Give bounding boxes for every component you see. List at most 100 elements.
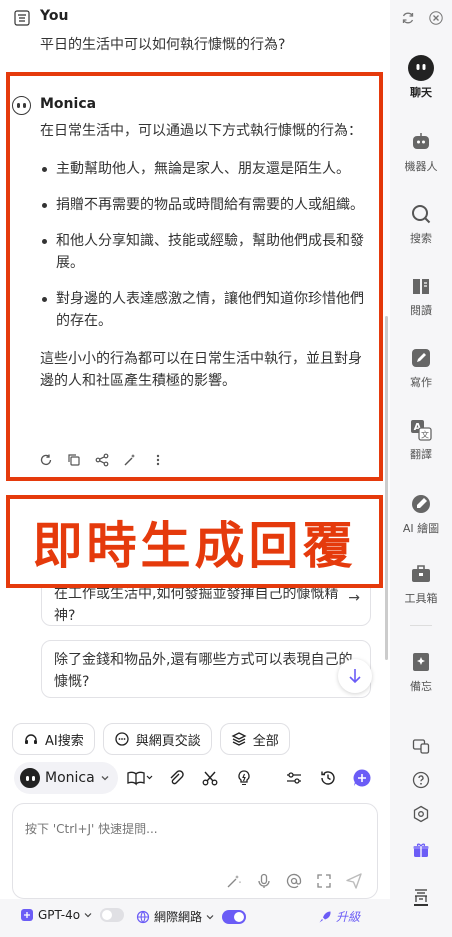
web-access-toggle[interactable] [222,909,247,924]
ai-search-chip[interactable]: AI搜索 [12,723,95,755]
gift-icon[interactable] [409,838,433,862]
user-name: You [40,8,69,24]
fullscreen-icon[interactable] [315,872,333,890]
history-icon[interactable] [318,768,338,788]
chat-bubble-icon [115,732,129,746]
monica-avatar-icon [12,96,31,115]
ai-search-icon [25,734,37,744]
svg-text:文: 文 [421,430,429,440]
bot-selector[interactable]: Monica [14,762,118,794]
list-item: 捐贈不再需要的物品或時間給有需要的人或組織。 [40,194,375,216]
sidebar-item-reading[interactable]: 閱讀 [390,272,452,318]
user-message-text: 平日的生活中可以如何執行慷慨的行為? [40,37,286,53]
regenerate-icon[interactable] [38,452,54,468]
mention-icon[interactable] [285,872,303,890]
sidebar: 聊天 機器人 搜索 閱讀 寫作 A文 翻譯 AI 繪圖 工具箱 備忘 [390,0,452,937]
upgrade-button[interactable]: 升級 [318,908,360,925]
settings-sliders-icon[interactable] [284,768,304,788]
suggestion-item[interactable]: 除了金錢和物品外,還有哪些方式可以表現自己的慷慨? [41,640,371,698]
message-input[interactable] [25,822,345,836]
all-chip[interactable]: 全部 [219,723,290,755]
chevron-down-icon [206,914,214,919]
answer-intro: 在日常生活中，可以通過以下方式執行慷慨的行為： [40,123,362,139]
sidebar-item-chat[interactable]: 聊天 [390,54,452,100]
list-item: 主動幫助他人，無論是家人、朋友還是陌生人。 [40,158,375,180]
sidebar-divider [410,625,432,626]
sidebar-item-label: 機器人 [404,160,438,173]
sidebar-item-label: 寫作 [410,376,432,389]
chat-pane: You 平日的生活中可以如何執行慷慨的行為? Monica 在日常生活中，可以通… [0,0,390,937]
close-icon[interactable] [426,8,446,28]
pencil-icon [407,344,435,372]
sidebar-item-writing[interactable]: 寫作 [390,344,452,390]
annotation-banner: 即時生成回覆 [6,495,383,588]
microphone-icon[interactable] [255,872,273,890]
all-label: 全部 [252,733,279,749]
message-composer [12,803,378,899]
rocket-icon [319,911,331,922]
chat-bot-icon [407,54,435,82]
bot-selector-label: Monica [45,770,95,786]
sidebar-item-label: 聊天 [410,86,432,99]
sidebar-item-memo[interactable]: 備忘 [390,648,452,694]
attachment-icon[interactable] [166,768,186,788]
help-icon[interactable] [409,768,433,792]
scroll-to-bottom-button[interactable] [338,659,372,693]
more-options-icon[interactable] [150,452,166,468]
scissors-icon[interactable] [200,768,220,788]
palette-icon [407,490,435,518]
web-access-selector[interactable]: 網際網路 [136,908,247,925]
model-toggle[interactable] [100,908,125,922]
chevron-down-icon [84,913,92,918]
book-icon [407,272,435,300]
list-item: 和他人分享知識、技能或經驗，幫助他們成長和發展。 [40,230,375,274]
web-access-label: 網際網路 [154,910,203,924]
answer-list: 主動幫助他人，無論是家人、朋友還是陌生人。 捐贈不再需要的物品或時間給有需要的人… [40,158,375,332]
assistant-answer: 在日常生活中，可以通過以下方式執行慷慨的行為： 主動幫助他人，無論是家人、朋友還… [40,120,375,408]
chat-with-page-chip[interactable]: 與網頁交談 [102,723,212,755]
share-icon[interactable] [94,452,110,468]
sidebar-item-label: AI 繪圖 [402,522,440,535]
sidebar-item-label: 翻譯 [410,448,432,461]
lightbulb-icon[interactable] [234,768,254,788]
globe-icon [136,910,150,923]
magic-wand-icon[interactable] [122,452,138,468]
sidebar-item-ai-drawing[interactable]: AI 繪圖 [390,490,452,536]
ai-search-label: AI搜索 [45,733,84,749]
send-icon[interactable] [345,872,363,890]
bottom-bar: GPT-4o 網際網路 升級 [0,899,390,937]
message-actions [38,452,166,468]
sidebar-item-label: 工具箱 [404,592,438,605]
search-icon [407,200,435,228]
robot-icon [407,128,435,156]
sidebar-top-controls [398,8,446,28]
translate-icon: A文 [407,416,435,444]
sidebar-item-label: 備忘 [410,680,432,693]
window-mode-icon[interactable] [409,734,433,758]
refresh-icon[interactable] [398,8,418,28]
suggestion-text: 在工作或生活中,如何發掘並發揮自己的慷慨精神? [54,586,339,624]
sidebar-item-label: 搜索 [410,232,432,245]
scrollbar[interactable] [385,316,388,660]
banner-text: 即時生成回覆 [32,516,357,575]
copy-icon[interactable] [66,452,82,468]
sidebar-item-search[interactable]: 搜索 [390,200,452,246]
book-dropdown-icon[interactable] [126,768,154,788]
magic-prompt-icon[interactable] [225,872,243,890]
sidebar-item-label: 閱讀 [410,304,432,317]
settings-icon[interactable] [409,802,433,826]
monica-avatar-icon [20,768,40,788]
answer-conclusion: 這些小小的行為都可以在日常生活中執行，並且對身邊的人和社區產生積極的影響。 [40,351,362,389]
sidebar-item-translate[interactable]: A文 翻譯 [390,416,452,462]
chevron-down-icon [101,776,109,781]
sidebar-item-toolbox[interactable]: 工具箱 [390,560,452,606]
layers-icon [231,732,247,746]
assistant-name: Monica [40,96,97,112]
sidebar-item-robot[interactable]: 機器人 [390,128,452,174]
quick-chips: AI搜索 與網頁交談 全部 [12,723,290,755]
suggestion-text: 除了金錢和物品外,還有哪些方式可以表現自己的慷慨? [54,652,353,690]
composer-toolbar: Monica [12,762,378,794]
model-label: GPT-4o [38,908,81,922]
new-chat-icon[interactable] [352,768,372,788]
model-selector[interactable]: GPT-4o [20,908,125,922]
